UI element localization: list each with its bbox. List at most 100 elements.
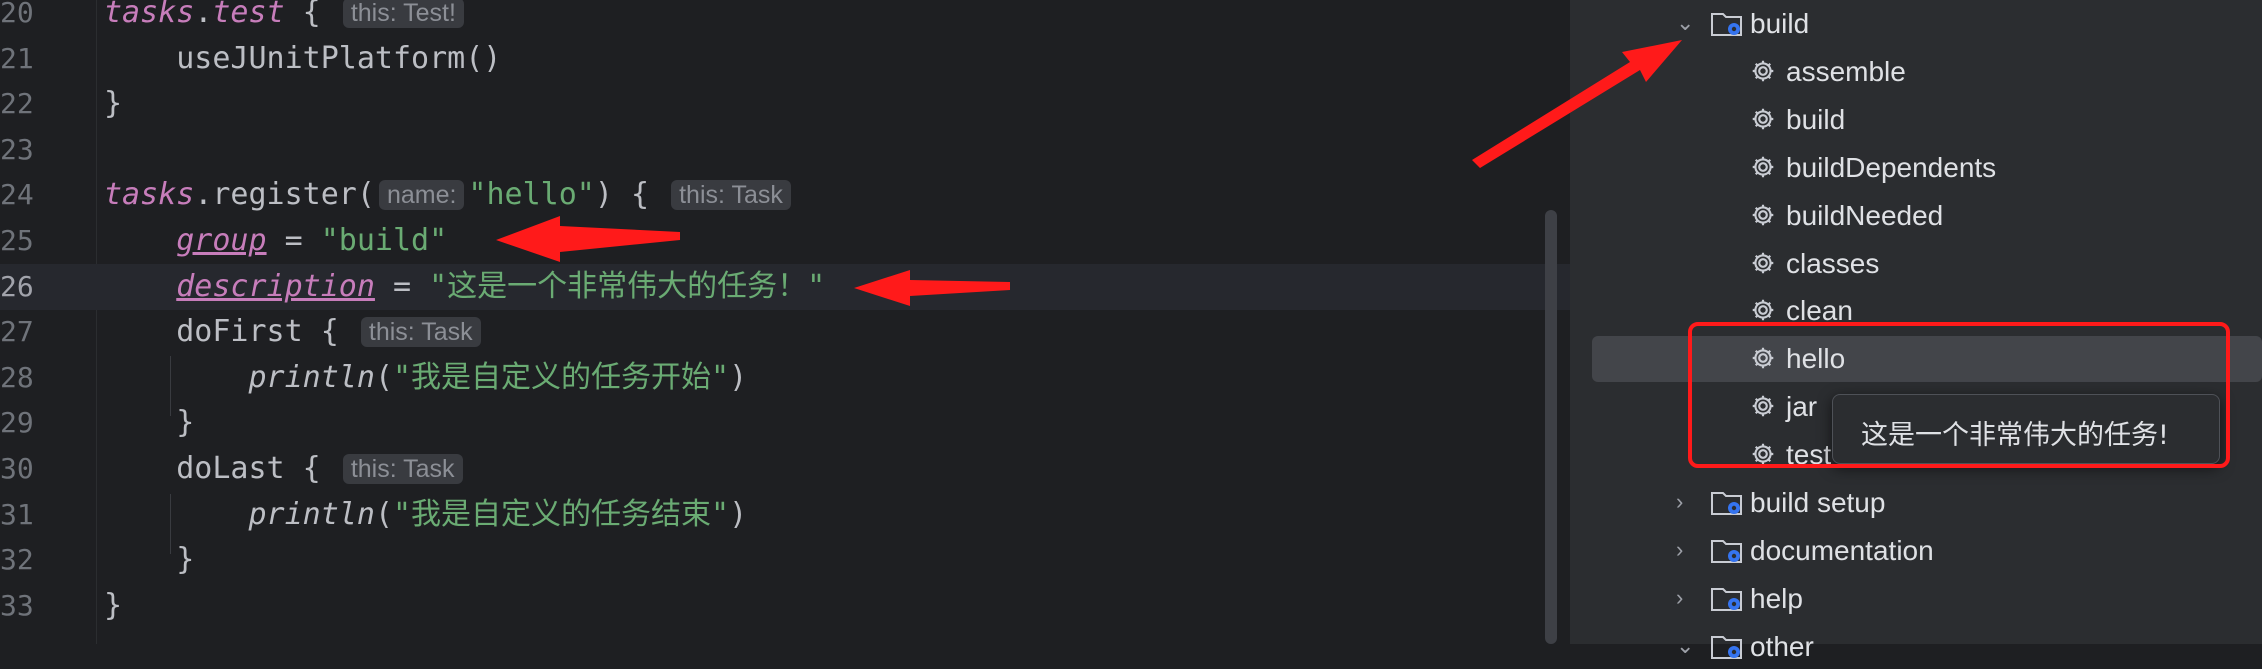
editor-scrollbar[interactable] (1545, 210, 1557, 644)
chevron-right-icon[interactable]: › (1676, 535, 1683, 565)
gear-icon (1750, 154, 1774, 177)
tree-group-build-setup[interactable]: › build setup (1570, 479, 2262, 525)
code-token: ) (729, 359, 748, 395)
line-number: 27 (0, 315, 34, 349)
code-text: } (104, 89, 122, 119)
tree-task-build[interactable]: build (1570, 96, 2262, 142)
tree-task-buildDependents[interactable]: buildDependents (1570, 144, 2262, 190)
code-line[interactable]: 21 useJUnitPlatform() (0, 36, 1570, 82)
gradle-folder-icon (1710, 633, 1744, 661)
code-token: test (212, 0, 285, 30)
gradle-folder-icon (1710, 10, 1744, 38)
tree-group-documentation[interactable]: › documentation (1570, 527, 2262, 573)
code-token: = (374, 268, 430, 304)
code-token: ) { (594, 177, 668, 213)
code-token: doFirst { (104, 314, 357, 350)
code-line[interactable]: 31 println("我是自定义的任务结束") (0, 492, 1570, 538)
code-token: . (194, 0, 213, 30)
code-line[interactable]: 29 } (0, 400, 1570, 446)
gear-icon (1750, 202, 1774, 225)
gear-icon (1750, 250, 1774, 273)
code-token: println (248, 496, 375, 532)
inlay-hint: this: Test! (342, 0, 464, 28)
code-line[interactable]: 30 doLast { this: Task (0, 446, 1570, 492)
tree-group-build[interactable]: ⌄ build (1570, 0, 2262, 46)
task-label: assemble (1786, 55, 1906, 87)
code-text: doFirst { this: Task (104, 314, 485, 350)
gradle-folder-icon (1710, 489, 1744, 517)
code-line[interactable]: 32 } (0, 537, 1570, 583)
indent-guide (170, 494, 171, 554)
chevron-right-icon[interactable]: › (1676, 487, 1683, 517)
code-token: tasks (104, 0, 195, 30)
code-line[interactable]: 23 (0, 127, 1570, 173)
task-label: buildNeeded (1786, 199, 1944, 231)
code-text: doLast { this: Task (104, 454, 467, 484)
line-number: 22 (0, 87, 34, 121)
code-token: tasks (104, 177, 195, 213)
code-token: "我是自定义的任务结束" (393, 496, 730, 532)
tree-task-assemble[interactable]: assemble (1570, 48, 2262, 94)
code-line[interactable]: 24 tasks.register(name: "hello") { this: T… (0, 172, 1570, 218)
task-group-label: documentation (1750, 534, 1934, 566)
inlay-hint: this: Task (342, 454, 463, 484)
line-number: 33 (0, 588, 34, 622)
code-token: description (176, 268, 375, 304)
chevron-right-icon[interactable]: › (1676, 583, 1683, 613)
task-label: buildDependents (1786, 151, 1997, 183)
code-token: = (266, 223, 321, 258)
code-text: tasks.test { this: Test! (104, 0, 468, 28)
code-line[interactable]: 26 description = "这是一个非常伟大的任务！" (0, 263, 1570, 310)
line-number: 21 (0, 41, 34, 75)
tree-task-buildNeeded[interactable]: buildNeeded (1570, 192, 2262, 238)
chevron-down-icon[interactable]: ⌄ (1676, 631, 1694, 661)
tree-group-other[interactable]: ⌄ other (1570, 623, 2262, 669)
code-line[interactable]: 27 doFirst { this: Task (0, 309, 1570, 355)
code-token: "hello" (468, 177, 595, 213)
code-token: { (284, 0, 339, 30)
code-token: ( (374, 359, 393, 395)
code-line[interactable]: 25 group = "build" (0, 218, 1570, 264)
line-number: 25 (0, 224, 34, 257)
task-label: classes (1786, 247, 1880, 279)
gear-icon (1750, 106, 1774, 130)
annotation-box (1688, 322, 2230, 468)
code-editor[interactable]: 20 tasks.test { this: Test! 21 useJUnitPla… (0, 0, 1570, 644)
gradle-folder-icon (1710, 537, 1744, 565)
task-group-label: build setup (1750, 487, 1886, 518)
chevron-down-icon[interactable]: ⌄ (1676, 8, 1694, 38)
code-text: tasks.register(name: "hello") { this: Tas… (104, 177, 795, 213)
gear-icon (1750, 297, 1774, 321)
tree-task-classes[interactable]: classes (1570, 240, 2262, 286)
line-number: 29 (0, 406, 34, 440)
code-line[interactable]: 20 tasks.test { this: Test! (0, 0, 1570, 36)
indent-guide (170, 356, 171, 416)
code-token: doLast { (104, 451, 339, 486)
task-group-label: build (1750, 8, 1810, 39)
gear-icon (1750, 58, 1774, 82)
code-token: "这是一个非常伟大的任务！" (429, 268, 826, 304)
tree-group-help[interactable]: › help (1570, 575, 2262, 621)
code-token: .register( (194, 177, 375, 213)
code-token: useJUnitPlatform() (104, 40, 502, 76)
code-line[interactable]: 22} (0, 81, 1570, 127)
code-token: "build" (320, 223, 448, 258)
line-number: 26 (0, 269, 34, 303)
code-line[interactable]: 33} (0, 583, 1570, 629)
code-token: } (104, 405, 195, 441)
line-number: 28 (0, 360, 34, 394)
code-token: } (104, 86, 123, 122)
inlay-hint: name: (378, 180, 465, 211)
code-text: description = "这是一个非常伟大的任务！" (104, 268, 826, 304)
code-token: println (248, 359, 375, 395)
line-number: 30 (0, 452, 34, 485)
code-token: ) (729, 496, 748, 532)
task-group-label: help (1750, 582, 1803, 614)
gradle-folder-icon (1710, 585, 1744, 613)
code-token: "我是自定义的任务开始" (393, 359, 730, 395)
code-line[interactable]: 28 println("我是自定义的任务开始") (0, 355, 1570, 401)
